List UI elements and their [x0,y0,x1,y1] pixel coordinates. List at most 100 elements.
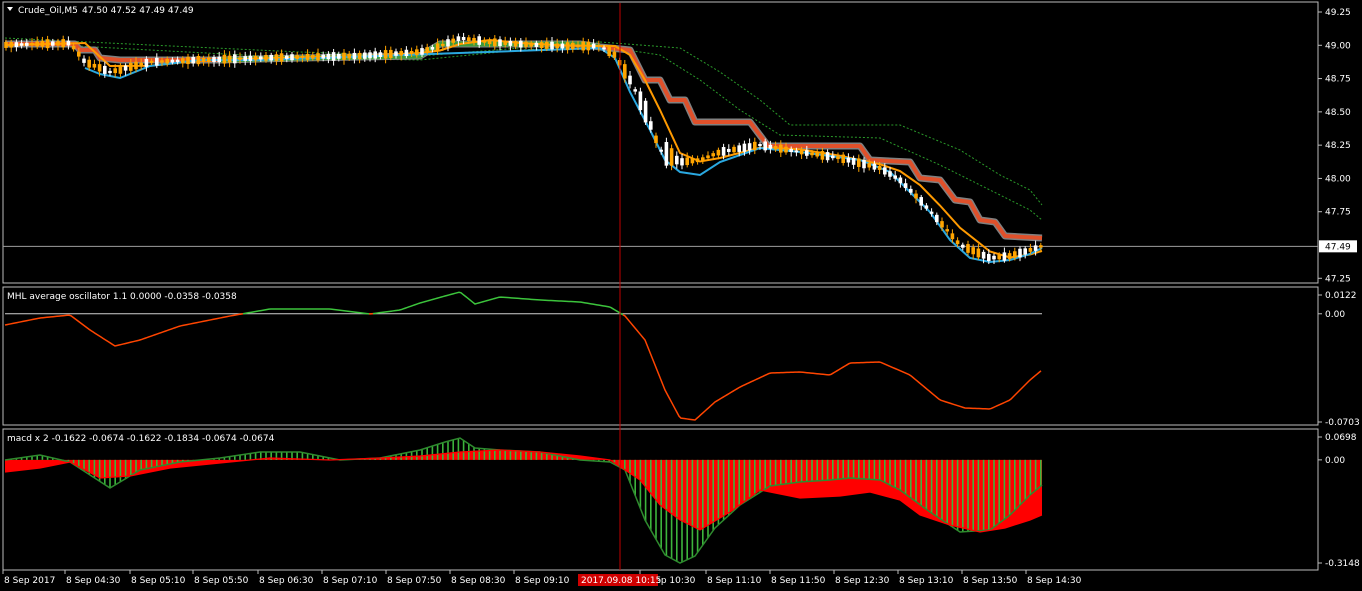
middle-envelope-line [4,41,1043,221]
candle-bull [846,157,851,163]
osc-tick-label: -0.0703 [1325,418,1360,428]
candle-bull [217,56,221,63]
candle-bear [56,41,60,46]
candle-bear [274,54,279,61]
candle-bear [753,141,757,150]
candle-bear [181,58,185,64]
macd-tick-label: 0.00 [1325,456,1345,466]
candle-bear [342,52,346,60]
candle-bull [591,43,596,49]
candle-bull [331,52,336,61]
osc-line-green [242,308,370,315]
candle-bull [233,54,237,64]
candle-bull [378,52,383,57]
candle-bull [144,58,149,67]
candle-bear [565,42,570,50]
ma-orange-line [4,38,1043,259]
time-tick-label: 8 Sep 11:50 [771,576,826,586]
candle-bull [1002,252,1007,261]
candle-bull [768,144,773,149]
main-price-layer [3,32,1318,265]
candle-bear [623,64,627,79]
candle-bear [955,240,960,245]
candle-bear [607,47,611,57]
window-title[interactable]: Crude_Oil,M5 47.50 47.52 47.49 47.49 [7,6,194,16]
candle-bull [721,147,726,156]
candle-bull [929,211,934,214]
candle-bull [862,159,866,169]
candle-bear [482,39,487,43]
candle-bear [695,158,700,163]
price-tick-label: 47.25 [1325,274,1351,284]
candle-bear [555,43,559,49]
candle-bear [35,41,39,47]
candle-bear [690,158,695,164]
candle-bull [326,53,331,60]
candle-bear [399,51,403,56]
osc-line-red [4,312,244,347]
candle-bull [794,150,799,153]
candle-bull [638,91,643,111]
time-tick-label: 8 Sep 08:30 [451,576,506,586]
macd-title: macd x 2 -0.1622 -0.0674 -0.1622 -0.1834… [7,434,275,444]
candle-bear [139,62,143,66]
dropdown-triangle-icon[interactable] [7,7,13,11]
candle-bull [123,65,128,71]
candle-bear [389,49,393,58]
candle-bear [425,47,429,53]
time-tick-label: 8 Sep 09:10 [515,576,570,586]
time-tick-label: 8 Sep 05:50 [194,576,249,586]
candle-bear [201,57,206,62]
candle-bull [456,36,461,41]
candle-bull [935,214,939,223]
candle-bull [498,39,502,47]
price-tick-label: 49.25 [1325,8,1351,18]
candle-bear [129,62,133,71]
candle-bull [664,142,669,166]
candle-bear [441,43,445,46]
candle-bull [898,177,903,184]
time-tick-label: 8 Sep 06:30 [259,576,314,586]
candle-bear [654,135,658,144]
candle-bear [784,146,788,153]
candle-bear [539,42,544,49]
candle-bull [893,175,897,179]
candle-bull [851,157,856,165]
macd-tick-label: -0.3148 [1325,559,1360,569]
candle-bull [259,56,263,60]
candle-bear [347,53,351,59]
candle-bull [981,251,986,259]
candle-bear [950,233,955,240]
candle-bear [581,41,585,51]
candle-bull [290,54,294,61]
candle-bull [888,171,892,177]
candle-bear [311,55,315,59]
time-tick-label: 8 Sep 04:30 [66,576,121,586]
candle-bear [487,39,492,45]
price-tick-label: 48.00 [1325,174,1351,184]
candle-bear [597,44,601,48]
current-price-label: 47.49 [1325,242,1351,252]
candle-bull [883,167,887,175]
candle-bear [545,41,549,49]
candle-bull [675,155,679,165]
candle-bull [363,52,367,59]
price-tick-label: 48.25 [1325,141,1351,151]
candle-bull [155,57,159,66]
candle-bear [971,247,975,255]
time-tick-label: 8 Sep 13:50 [963,576,1018,586]
macd-tick-label: 0.0698 [1325,433,1357,443]
candle-bull [727,148,731,152]
candle-bear [160,60,164,63]
candle-bull [742,143,747,152]
osc-tick-label: 0.00 [1325,310,1345,320]
candle-bull [191,57,195,64]
candle-bear [867,163,871,168]
candle-bear [877,165,882,170]
candle-bull [103,65,107,74]
candle-bear [227,55,232,63]
candle-bull [25,42,29,46]
chart-canvas[interactable]: 49.25 49.00 48.75 48.50 48.25 48.00 47.75 47.25… [0,0,1362,591]
candle-bull [368,52,372,59]
time-tick-label: 8 Sep 13:10 [899,576,954,586]
